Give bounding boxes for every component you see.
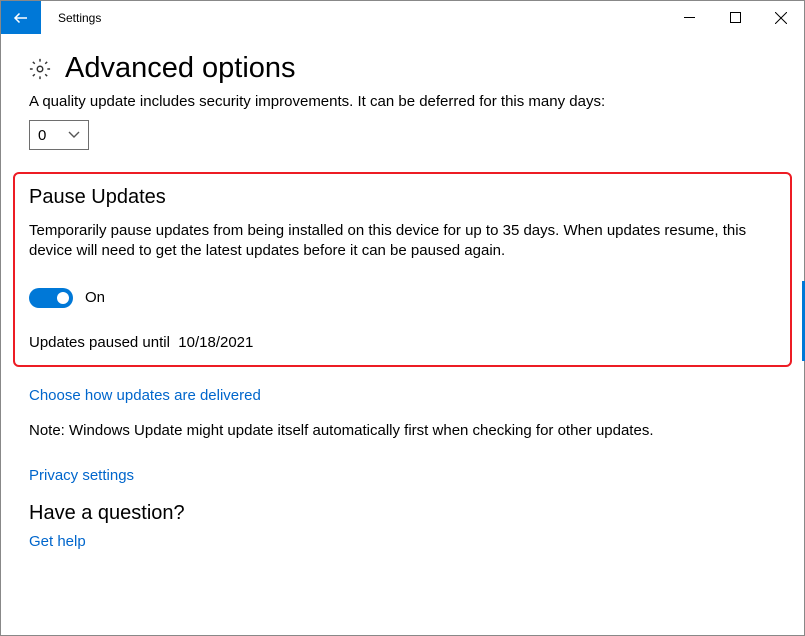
maximize-button[interactable]	[712, 1, 758, 34]
defer-days-select[interactable]: 0	[29, 120, 89, 150]
content-area: Advanced options A quality update includ…	[1, 34, 804, 550]
window-title: Settings	[58, 11, 101, 25]
question-heading: Have a question?	[29, 502, 776, 525]
chevron-down-icon	[68, 131, 80, 139]
delivery-link[interactable]: Choose how updates are delivered	[29, 387, 776, 404]
pause-description: Temporarily pause updates from being ins…	[29, 221, 776, 262]
defer-days-value: 0	[38, 127, 46, 144]
gear-icon	[29, 58, 51, 80]
paused-until-text: Updates paused until 10/18/2021	[29, 334, 776, 351]
minimize-button[interactable]	[666, 1, 712, 34]
quality-update-text: A quality update includes security impro…	[29, 93, 776, 110]
pause-toggle[interactable]	[29, 288, 73, 308]
close-button[interactable]	[758, 1, 804, 34]
privacy-link[interactable]: Privacy settings	[29, 467, 776, 484]
update-note: Note: Windows Update might update itself…	[29, 422, 776, 439]
page-title: Advanced options	[65, 52, 296, 85]
pause-toggle-row: On	[29, 288, 776, 308]
page-header: Advanced options	[29, 52, 776, 85]
window-controls	[666, 1, 804, 34]
pause-toggle-label: On	[85, 289, 105, 306]
titlebar: Settings	[1, 1, 804, 34]
pause-heading: Pause Updates	[29, 186, 776, 209]
toggle-knob	[57, 292, 69, 304]
back-button[interactable]	[1, 1, 41, 34]
get-help-link[interactable]: Get help	[29, 533, 776, 550]
pause-updates-section: Pause Updates Temporarily pause updates …	[13, 172, 792, 367]
